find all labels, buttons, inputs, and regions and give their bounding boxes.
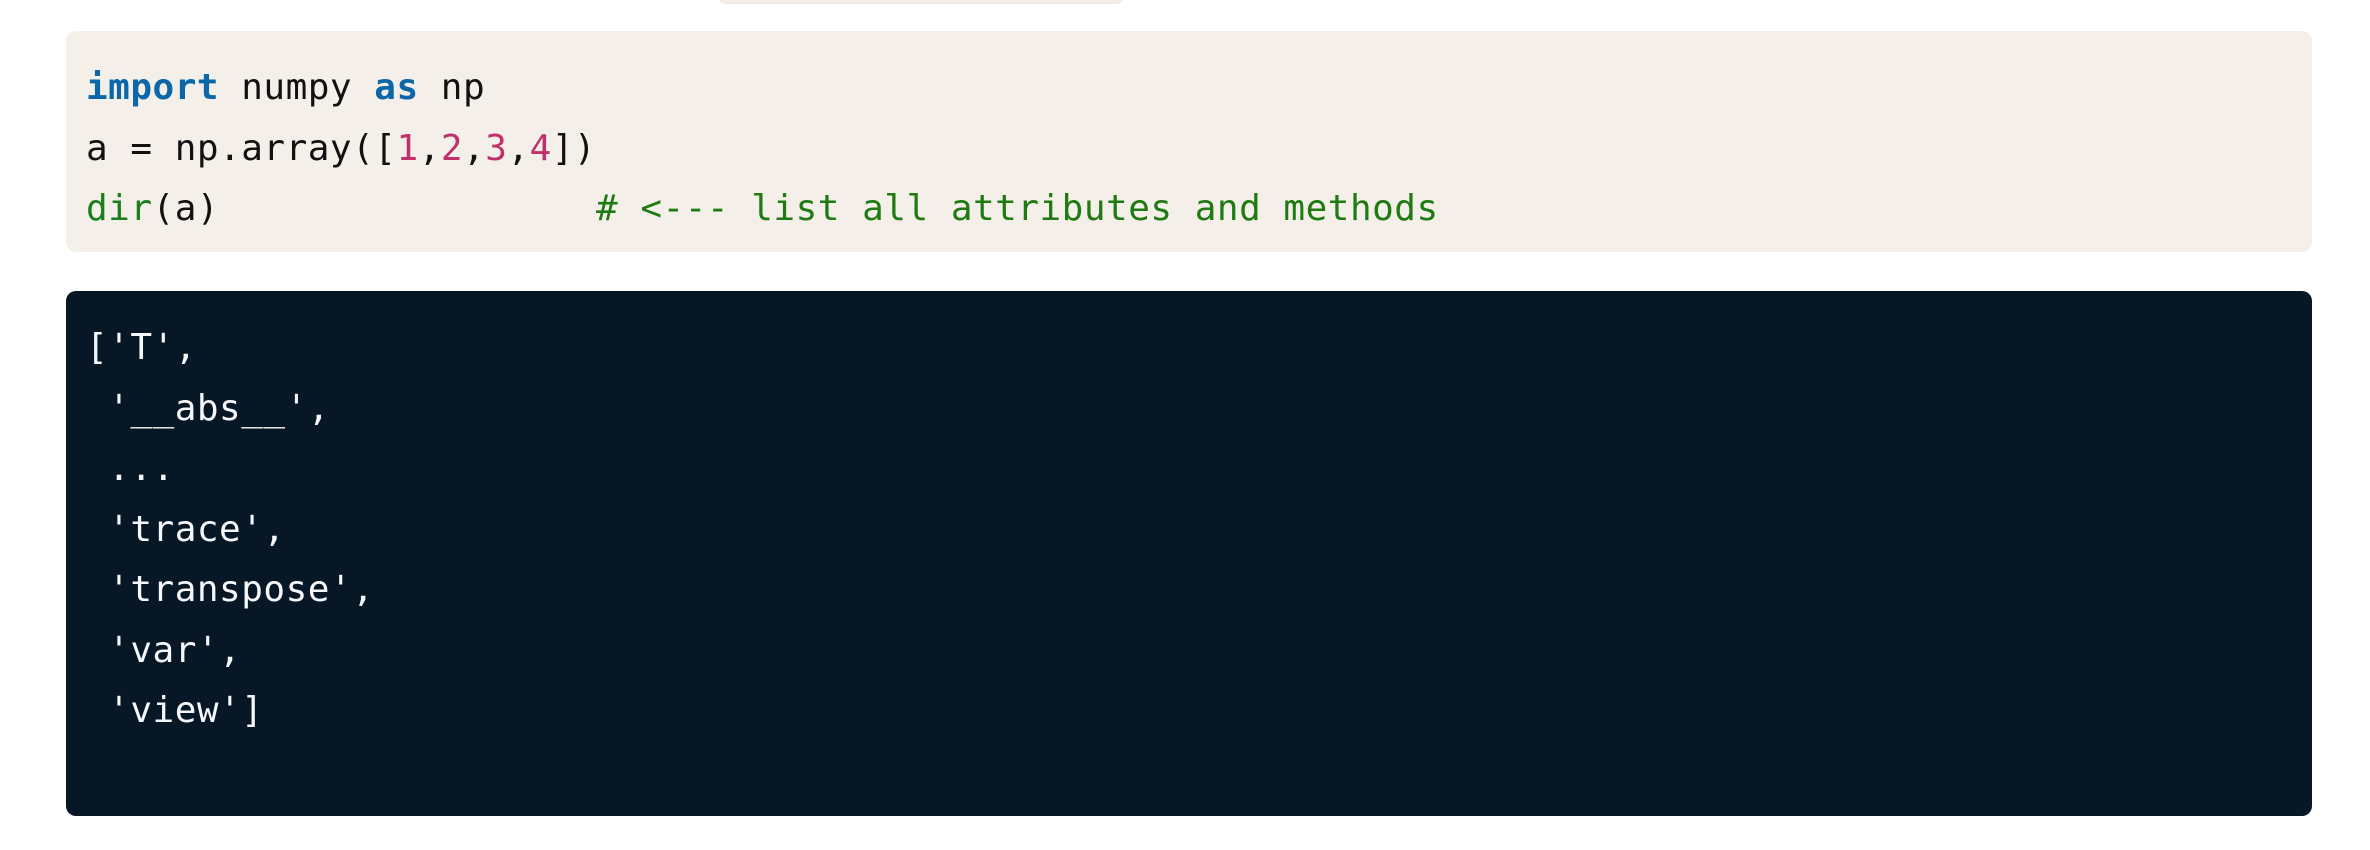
output-line: 'transpose',	[86, 569, 375, 610]
code-line-3: dir(a) # <--- list all attributes and me…	[86, 179, 2292, 240]
code-spacer	[219, 188, 596, 229]
output-cell: ['T', '__abs__', ... 'trace', 'transpose…	[66, 291, 2312, 816]
code-cell[interactable]: import numpy as np a = np.array([1,2,3,4…	[66, 31, 2312, 252]
output-line: ...	[86, 448, 175, 489]
number-literal: 4	[529, 127, 552, 169]
number-literal: 2	[440, 127, 463, 169]
code-text: ])	[551, 127, 597, 169]
output-line: 'trace',	[86, 508, 286, 550]
code-text: (a)	[152, 188, 220, 229]
builtin-function: dir	[86, 188, 153, 229]
code-text: ,	[463, 127, 486, 169]
code-comment: # <--- list all attributes and methods	[596, 188, 1439, 229]
number-literal: 3	[485, 127, 508, 169]
keyword-import: import	[86, 67, 220, 108]
previous-cell-edge	[718, 0, 1124, 4]
code-line-1: import numpy as np	[86, 58, 2292, 119]
code-text: np	[418, 67, 486, 108]
output-line: 'var',	[86, 629, 242, 671]
code-line-2: a = np.array([1,2,3,4])	[86, 119, 2292, 180]
code-text: ,	[418, 127, 441, 169]
code-text: ,	[507, 127, 530, 169]
output-line: 'view']	[86, 690, 264, 731]
code-text: a = np.array([	[86, 127, 397, 169]
number-literal: 1	[396, 127, 419, 169]
code-text: numpy	[219, 67, 375, 108]
keyword-as: as	[374, 67, 419, 108]
output-line: '__abs__',	[86, 387, 330, 429]
output-line: ['T',	[86, 327, 197, 368]
